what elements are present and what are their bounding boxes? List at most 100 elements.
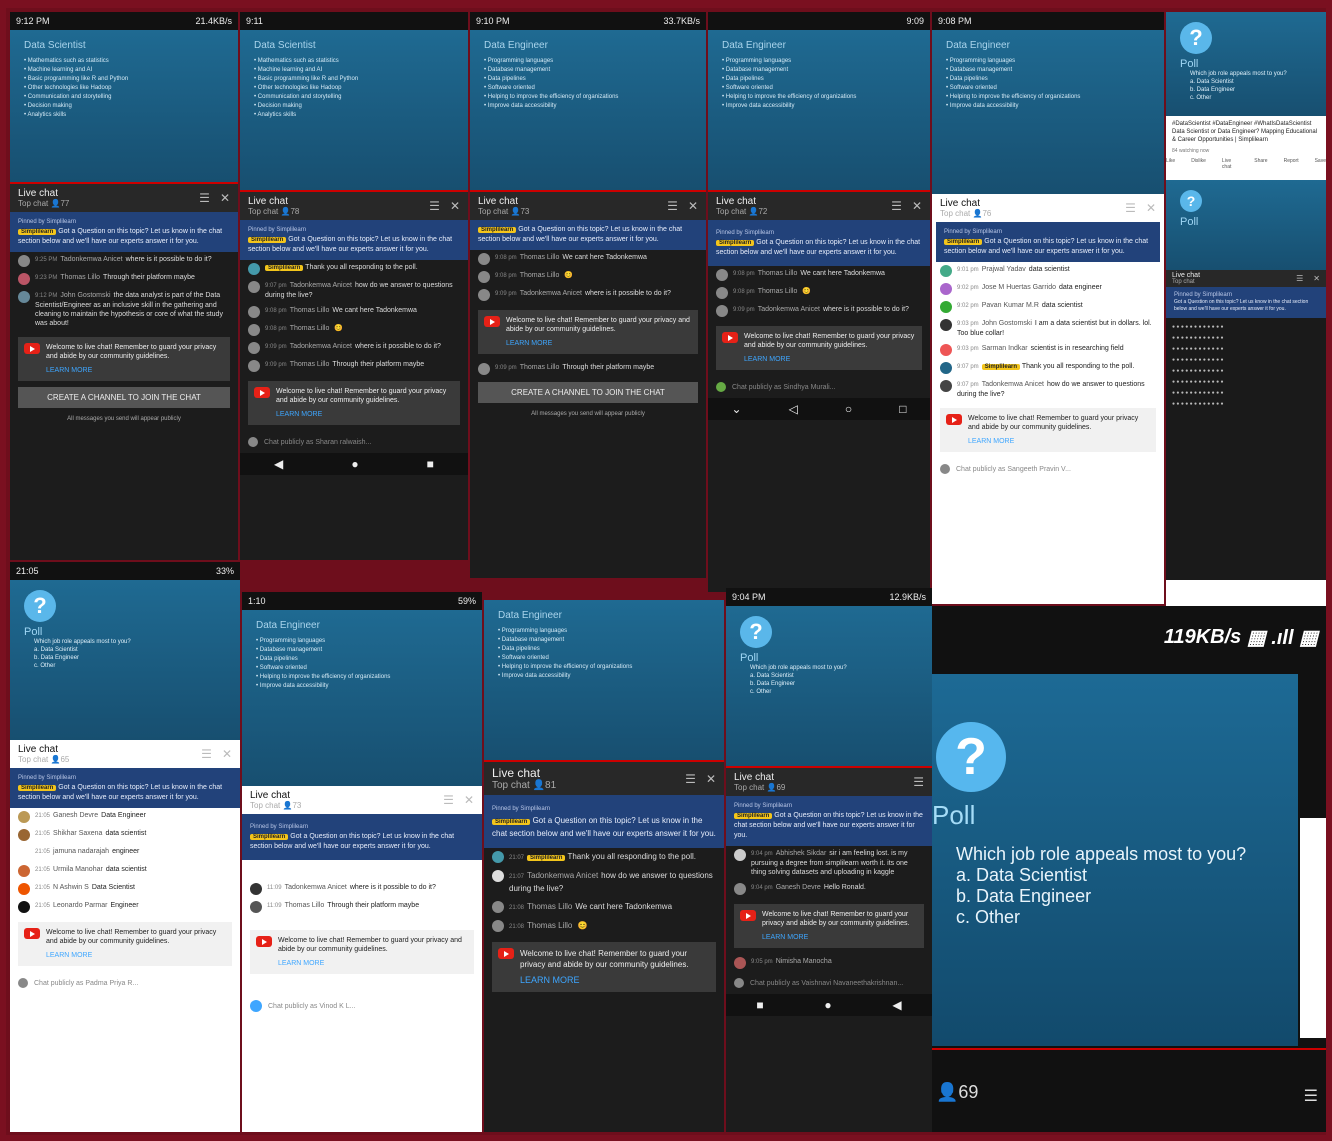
nested-screenshot: ? Poll Live chat Top chat ☰ ✕ Pinned by Sim…	[1166, 180, 1326, 580]
welcome-card: Welcome to live chat! Remember to guard …	[478, 310, 698, 354]
welcome-card: Welcome to live chat! Remember to guard …	[716, 326, 922, 370]
close-icon[interactable]: ✕	[688, 199, 698, 213]
screenshot-tile-7: 21:05 33% ? Poll Which job role appeals m…	[10, 562, 240, 1132]
status-bar: 21:05 33%	[10, 562, 240, 580]
pinned-message: Pinned by Simplilearn Simplilearn Got a …	[10, 212, 238, 252]
side-panel	[1300, 818, 1326, 1038]
youtube-icon	[256, 936, 272, 947]
youtube-icon	[946, 414, 962, 425]
filter-icon[interactable]: ☰	[1304, 1086, 1318, 1106]
chat-header: Live chat Top chat 👤81 ☰ ✕	[484, 762, 724, 795]
close-icon[interactable]: ✕	[450, 199, 460, 213]
recents-icon[interactable]: ■	[756, 998, 763, 1012]
chat-input[interactable]: Chat publicly as Sharan ralwaish...	[240, 431, 468, 453]
video-actions: Like Dislike Live chat Share Report Save	[1166, 154, 1326, 174]
chat-header: Live chat Top chat 👤73 ☰ ✕	[470, 192, 706, 220]
learn-more-link[interactable]: LEARN MORE	[744, 355, 916, 364]
learn-more-link[interactable]: LEARN MORE	[520, 975, 710, 986]
question-icon: ?	[740, 616, 772, 648]
back-icon[interactable]: ◀	[274, 457, 283, 471]
status-bar: 9:08 PM	[932, 12, 1164, 30]
question-icon: ?	[936, 722, 1006, 792]
home-icon[interactable]: ●	[351, 457, 358, 471]
like-button[interactable]: Like	[1166, 158, 1175, 170]
home-icon[interactable]: ○	[845, 402, 852, 416]
welcome-card: Welcome to live chat! Remember to guard …	[250, 930, 474, 974]
youtube-icon	[254, 387, 270, 398]
status-bar: 9:09	[708, 12, 930, 30]
slide-data-scientist: Data Scientist Mathematics such as stati…	[10, 30, 238, 182]
close-icon[interactable]: ✕	[220, 191, 230, 205]
youtube-icon	[498, 948, 514, 959]
filter-icon: ☰	[1296, 274, 1304, 283]
chat-input[interactable]: Chat publicly as Sangeeth Pravin V...	[932, 458, 1164, 480]
pinned-message: Pinned by Simplilearn Simplilearn Got a Q…	[484, 795, 724, 848]
close-icon[interactable]: ✕	[464, 793, 474, 807]
chat-input[interactable]: Chat publicly as Vaishnavi Navaneethakri…	[726, 972, 932, 994]
youtube-icon	[484, 316, 500, 327]
screenshot-tile-6: ? Poll Which job role appeals most to yo…	[1166, 12, 1326, 608]
filter-icon[interactable]: ☰	[913, 775, 924, 789]
filter-icon[interactable]: ☰	[685, 772, 696, 786]
create-channel-button[interactable]: CREATE A CHANNEL TO JOIN THE CHAT	[18, 387, 230, 408]
save-button[interactable]: Save	[1315, 158, 1326, 170]
status-bar: 9:11	[240, 12, 468, 30]
welcome-card: Welcome to live chat! Remember to guard …	[492, 942, 716, 992]
welcome-card: Welcome to live chat! Remember to guard …	[18, 337, 230, 381]
back-icon[interactable]: ◁	[789, 402, 798, 416]
learn-more-link[interactable]: LEARN MORE	[762, 933, 918, 942]
youtube-icon	[24, 928, 40, 939]
slide-poll: ? Poll Which job role appeals most to yo…	[726, 606, 932, 766]
chat-header: Live chat Top chat 👤77 ☰ ✕	[10, 184, 238, 212]
welcome-card: Welcome to live chat! Remember to guard …	[940, 408, 1156, 452]
share-button[interactable]: Share	[1254, 158, 1267, 170]
filter-icon[interactable]: ☰	[199, 191, 210, 205]
filter-icon[interactable]: ☰	[201, 747, 212, 761]
android-navbar: ⌄ ◁ ○ □	[708, 398, 930, 420]
collage-frame: 9:12 PM21.4KB/s Data Scientist Mathemati…	[6, 8, 1326, 1135]
screenshot-tile-3: 9:10 PM33.7KB/s Data Engineer Programmin…	[470, 12, 706, 578]
viewer-count: 👤69	[936, 1082, 979, 1102]
dislike-button[interactable]: Dislike	[1191, 158, 1206, 170]
chevron-down-icon[interactable]: ⌄	[732, 402, 742, 416]
learn-more-link[interactable]: LEARN MORE	[276, 410, 454, 419]
learn-more-link[interactable]: LEARN MORE	[506, 339, 692, 348]
youtube-icon	[24, 343, 40, 354]
livechat-button[interactable]: Live chat	[1222, 158, 1238, 170]
close-icon[interactable]: ✕	[222, 747, 232, 761]
pinned-message: Pinned by Simplilearn Simplilearn Got a Q…	[242, 814, 482, 860]
report-button[interactable]: Report	[1284, 158, 1299, 170]
recents-icon[interactable]: □	[899, 402, 906, 416]
learn-more-link[interactable]: LEARN MORE	[968, 437, 1150, 446]
close-icon[interactable]: ✕	[912, 199, 922, 213]
recents-icon[interactable]: ■	[427, 457, 434, 471]
chat-input[interactable]: Chat publicly as Sindhya Murali...	[708, 376, 930, 398]
learn-more-link[interactable]: LEARN MORE	[46, 366, 224, 375]
video-title: #DataScientist #DataEngineer #WhatIsData…	[1172, 121, 1318, 143]
back-icon[interactable]: ◀	[892, 998, 901, 1012]
chat-header: Live chat Top chat 👤65 ☰ ✕	[10, 740, 240, 768]
slide-poll: ? Poll Which job role appeals most to yo…	[1166, 12, 1326, 116]
home-icon[interactable]: ●	[824, 998, 831, 1012]
filter-icon[interactable]: ☰	[891, 199, 902, 213]
chat-header: Live chat Top chat 👤78 ☰ ✕	[240, 192, 468, 220]
status-bar: 9:04 PM 12.9KB/s	[726, 588, 932, 606]
filter-icon[interactable]: ☰	[443, 793, 454, 807]
filter-icon[interactable]: ☰	[429, 199, 440, 213]
learn-more-link[interactable]: LEARN MORE	[46, 951, 226, 960]
chat-header: Live chat Top chat 👤72 ☰ ✕	[708, 192, 930, 220]
slide-poll: ? Poll	[1166, 180, 1326, 270]
slide-data-scientist: Data Scientist Mathematics such as stati…	[240, 30, 468, 190]
close-icon[interactable]: ✕	[1146, 201, 1156, 215]
welcome-card: Welcome to live chat! Remember to guard …	[18, 922, 232, 966]
pinned-message: Pinned by Simplilearn Simplilearn Got a Q…	[726, 796, 932, 846]
question-icon: ?	[1180, 22, 1212, 54]
chat-input[interactable]: Chat publicly as Vinod K L...	[242, 994, 482, 1018]
create-channel-button[interactable]: CREATE A CHANNEL TO JOIN THE CHAT	[478, 382, 698, 403]
filter-icon[interactable]: ☰	[1125, 201, 1136, 215]
learn-more-link[interactable]: LEARN MORE	[278, 959, 468, 968]
filter-icon[interactable]: ☰	[667, 199, 678, 213]
status-bar: 119KB/s ▦ .ıll ▦	[1163, 625, 1318, 649]
chat-input[interactable]: Chat publicly as Padma Priya R...	[10, 972, 240, 994]
close-icon[interactable]: ✕	[706, 772, 716, 786]
